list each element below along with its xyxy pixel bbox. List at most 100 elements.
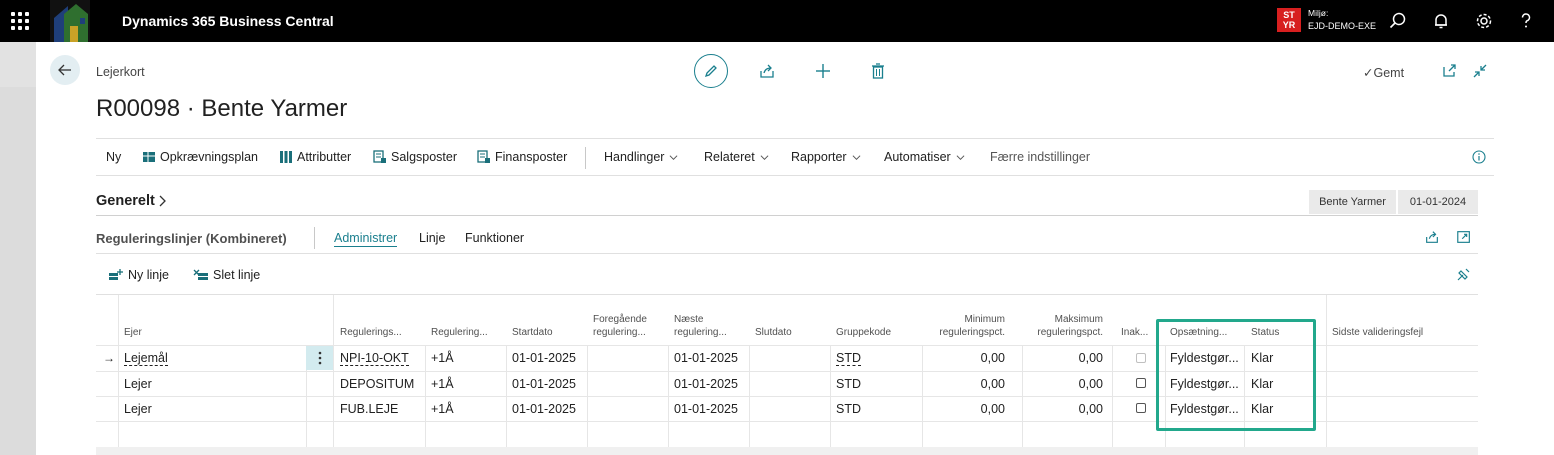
pencil-icon — [704, 65, 717, 78]
table-row-2-ejer[interactable]: Lejer — [124, 377, 152, 391]
table-row-3-gruppekode[interactable]: STD — [836, 402, 861, 416]
table-row-1-startdato[interactable]: 01-01-2025 — [512, 351, 576, 365]
tab-funktioner[interactable]: Funktioner — [465, 231, 524, 245]
automatiser-menu[interactable]: Automatiser — [884, 150, 965, 164]
col-header-gruppekode[interactable]: Gruppekode — [836, 326, 891, 339]
general-section-header[interactable]: Generelt — [96, 193, 168, 209]
table-icon — [143, 152, 155, 162]
current-row-arrow-icon: → — [103, 351, 115, 365]
grid-footer — [96, 447, 1478, 455]
breadcrumb: Lejerkort — [96, 65, 145, 79]
table-row-2-gruppekode[interactable]: STD — [836, 377, 861, 391]
rapporter-menu[interactable]: Rapporter — [791, 150, 861, 164]
delete-line-icon — [193, 269, 208, 280]
table-row-3-kode[interactable]: FUB.LEJE — [340, 402, 398, 416]
saved-status: ✓Gemt — [1363, 66, 1405, 80]
salgsposter-action[interactable]: Salgsposter — [373, 150, 457, 164]
table-row-2-kode[interactable]: DEPOSITUM — [340, 377, 414, 391]
chevron-right-icon — [159, 195, 166, 207]
col-header-slutdato[interactable]: Slutdato — [755, 326, 792, 339]
edit-button[interactable] — [694, 54, 728, 88]
grid-icon — [280, 151, 292, 163]
table-row-2-minimum[interactable]: 0,00 — [925, 377, 1005, 391]
table-row-1-gruppekode[interactable]: STD — [836, 351, 861, 366]
chevron-down-icon — [670, 154, 678, 160]
table-row-3-inaktiv-checkbox[interactable] — [1136, 403, 1146, 413]
table-row-3-regulering[interactable]: +1Å — [431, 402, 454, 416]
bell-icon[interactable] — [1431, 11, 1451, 31]
environment-label: Miljø: — [1308, 8, 1329, 18]
table-row-2-regulering[interactable]: +1Å — [431, 377, 454, 391]
opkraevningsplan-action[interactable]: Opkrævningsplan — [142, 150, 258, 164]
table-row-2-maksimum[interactable]: 0,00 — [1022, 377, 1103, 391]
environment-badge[interactable]: ST YR — [1277, 8, 1301, 32]
table-row-2-inaktiv-checkbox[interactable] — [1136, 378, 1146, 388]
action-bar: Ny Opkrævningsplan Attributter Salgspost… — [96, 138, 1494, 176]
col-header-foregaaende[interactable]: Foregående regulering... — [593, 313, 647, 339]
help-icon[interactable] — [1516, 11, 1536, 31]
relateret-menu[interactable]: Relateret — [704, 150, 769, 164]
table-row-1-ejer[interactable]: Lejemål — [124, 351, 168, 366]
new-line-icon — [109, 269, 123, 280]
col-header-naeste[interactable]: Næste regulering... — [674, 313, 727, 339]
row-actions-button[interactable] — [306, 346, 333, 370]
table-row-1-regulering[interactable]: +1Å — [431, 351, 454, 365]
table-row-1-kode[interactable]: NPI-10-OKT — [340, 351, 409, 366]
col-header-regulerings[interactable]: Regulerings... — [340, 326, 402, 339]
info-icon[interactable] — [1472, 150, 1486, 164]
general-name-summary: Bente Yarmer — [1308, 190, 1396, 214]
share-icon[interactable] — [758, 62, 776, 80]
app-title[interactable]: Dynamics 365 Business Central — [122, 13, 334, 29]
expand-icon[interactable] — [1456, 229, 1472, 245]
share-icon[interactable] — [1424, 229, 1440, 245]
part-divider — [96, 253, 1478, 254]
open-new-window-icon[interactable] — [1441, 62, 1459, 80]
table-row-3-maksimum[interactable]: 0,00 — [1022, 402, 1103, 416]
new-action[interactable]: Ny — [106, 150, 121, 164]
part-title[interactable]: Reguleringslinjer (Kombineret) — [96, 231, 287, 246]
general-date-summary: 01-01-2024 — [1397, 190, 1478, 214]
new-line-button[interactable]: Ny linje — [108, 268, 169, 282]
col-header-inaktiv[interactable]: Inak... — [1121, 326, 1148, 339]
highlight-box — [1156, 319, 1316, 431]
table-row-2-startdato[interactable]: 01-01-2025 — [512, 377, 576, 391]
chevron-down-icon — [760, 154, 769, 160]
col-header-maksimum[interactable]: Maksimum reguleringspct. — [1022, 313, 1103, 339]
table-row-3-ejer[interactable]: Lejer — [124, 402, 152, 416]
col-header-sidste-valideringsfejl[interactable]: Sidste valideringsfejl — [1332, 326, 1423, 339]
finansposter-action[interactable]: Finansposter — [477, 150, 567, 164]
delete-icon[interactable] — [869, 62, 887, 80]
delete-line-button[interactable]: Slet linje — [193, 268, 260, 282]
table-row-3-minimum[interactable]: 0,00 — [925, 402, 1005, 416]
checkmark-icon: ✓ — [1363, 66, 1374, 80]
back-button[interactable] — [50, 55, 80, 85]
finance-entries-icon — [477, 150, 490, 163]
table-row-1-inaktiv-checkbox — [1136, 353, 1146, 363]
col-header-startdato[interactable]: Startdato — [512, 326, 553, 339]
table-row-1-maksimum[interactable]: 0,00 — [1022, 351, 1103, 365]
search-icon[interactable] — [1388, 11, 1408, 31]
attributter-action[interactable]: Attributter — [279, 150, 351, 164]
table-row-1-minimum[interactable]: 0,00 — [925, 351, 1005, 365]
plus-icon[interactable] — [814, 62, 832, 80]
app-launcher-icon[interactable] — [11, 12, 29, 30]
ledger-entries-icon — [373, 150, 386, 163]
personalize-icon[interactable] — [1455, 267, 1471, 283]
col-header-minimum[interactable]: Minimum reguleringspct. — [925, 313, 1005, 339]
table-row-3-naeste[interactable]: 01-01-2025 — [674, 402, 738, 416]
table-row-3-startdato[interactable]: 01-01-2025 — [512, 402, 576, 416]
table-row-2-naeste[interactable]: 01-01-2025 — [674, 377, 738, 391]
chevron-down-icon — [956, 154, 965, 160]
collapse-icon[interactable] — [1471, 62, 1489, 80]
side-strip — [0, 42, 36, 455]
table-row-1-naeste[interactable]: 01-01-2025 — [674, 351, 738, 365]
tab-linje[interactable]: Linje — [419, 231, 445, 245]
gear-icon[interactable] — [1474, 11, 1494, 31]
faerre-indstillinger-action[interactable]: Færre indstillinger — [990, 150, 1090, 164]
more-vertical-icon — [318, 351, 321, 365]
col-header-ejer[interactable]: Ejer — [124, 326, 142, 339]
col-header-regulering[interactable]: Regulering... — [431, 326, 488, 339]
handlinger-menu[interactable]: Handlinger — [604, 150, 678, 164]
tab-administrer[interactable]: Administrer — [334, 231, 398, 247]
chevron-down-icon — [852, 154, 861, 160]
